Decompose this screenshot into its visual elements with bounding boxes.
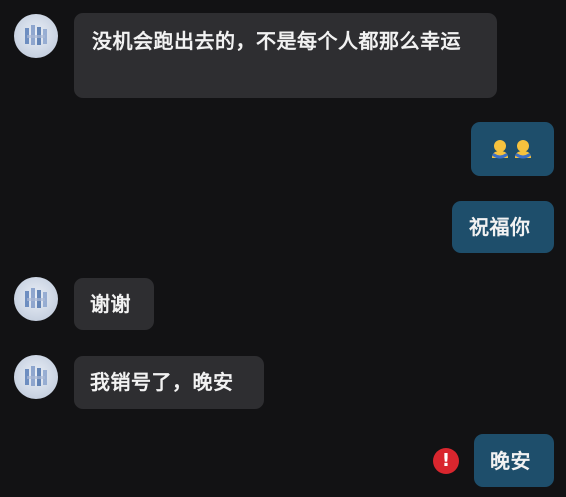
message-bubble-incoming[interactable]: 谢谢 [74, 278, 154, 330]
contact-avatar[interactable] [14, 14, 58, 58]
person-hugging-emoji [492, 140, 531, 159]
contact-avatar[interactable] [14, 355, 58, 399]
message-bubble-incoming[interactable]: 没机会跑出去的，不是每个人都那么幸运 [74, 13, 497, 98]
message-bubble-incoming[interactable]: 我销号了，晚安 [74, 356, 264, 409]
message-text: 祝福你 [469, 215, 531, 239]
contact-avatar[interactable] [14, 277, 58, 321]
message-text: 谢谢 [90, 292, 131, 316]
message-bubble-outgoing[interactable] [471, 122, 554, 176]
message-text: 没机会跑出去的，不是每个人都那么幸运 [92, 29, 461, 53]
message-text: 晚安 [490, 449, 531, 473]
message-text: 我销号了，晚安 [90, 370, 234, 394]
chat-message-list[interactable]: 没机会跑出去的，不是每个人都那么幸运 祝福你 谢谢 我销号了，晚安 ! 晚安 [0, 0, 566, 497]
message-bubble-outgoing[interactable]: 祝福你 [452, 201, 554, 253]
message-bubble-outgoing[interactable]: 晚安 [474, 434, 554, 487]
send-failed-icon[interactable]: ! [433, 448, 459, 474]
